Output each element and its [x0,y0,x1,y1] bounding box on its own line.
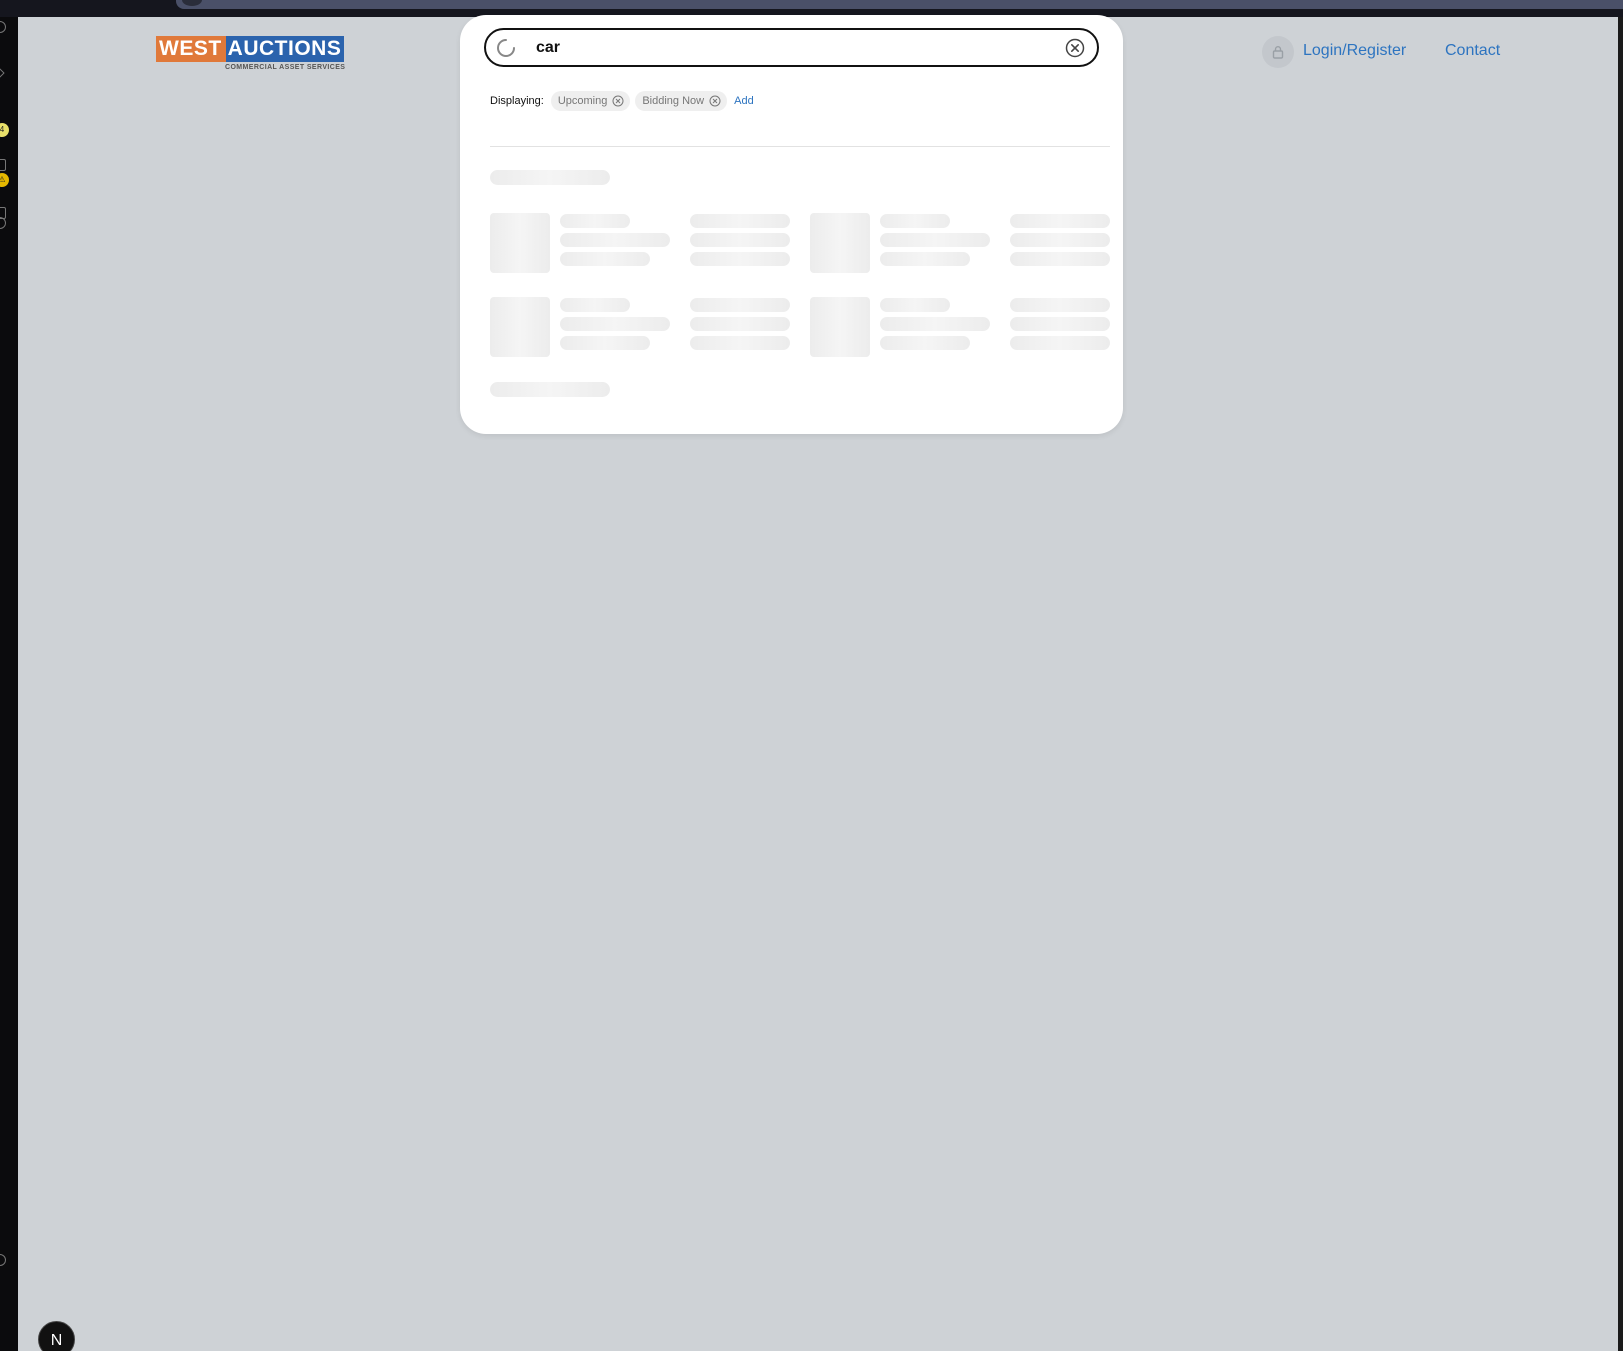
skeleton-line [1010,298,1110,312]
browser-tab-strip [176,0,1623,9]
skeleton-line [880,252,970,266]
skeleton-heading [490,170,610,185]
gutter-arrow-icon[interactable] [0,67,5,79]
skeleton-line [1010,317,1110,331]
dev-badge-letter: N [50,1332,63,1349]
skeleton-footer [490,382,610,397]
gutter-count-badge: 4 [0,123,9,137]
panel-divider [490,146,1110,147]
skeleton-thumbnail [490,297,550,357]
add-filter-link[interactable]: Add [734,95,754,107]
skeleton-thumbnail [810,297,870,357]
skeleton-line [1010,336,1110,350]
remove-chip-icon[interactable] [709,95,721,107]
login-register-link[interactable]: Login/Register [1303,42,1406,60]
remove-chip-icon[interactable] [612,95,624,107]
logo-tagline: COMMERCIAL ASSET SERVICES [225,64,346,71]
filter-chip-bidding-now[interactable]: Bidding Now [635,91,728,111]
skeleton-line [1010,252,1110,266]
skeleton-thumbnail [490,213,550,273]
gutter-bottom-icon[interactable] [0,1254,6,1266]
skeleton-line [560,214,630,228]
search-input[interactable] [536,33,1036,63]
skeleton-line [690,233,790,247]
filter-chip-upcoming[interactable]: Upcoming [550,91,631,111]
chip-label: Upcoming [557,95,608,107]
loading-spinner-icon [497,39,515,57]
filter-row: Displaying: Upcoming Bidding Now Add [490,90,754,112]
search-bar[interactable] [484,28,1099,67]
skeleton-line [560,298,630,312]
lock-icon[interactable] [1262,36,1294,68]
skeleton-line [690,336,790,350]
contact-link[interactable]: Contact [1445,42,1500,60]
chip-label: Bidding Now [642,95,705,107]
skeleton-line [560,317,670,331]
logo-west: WEST [156,36,226,62]
clear-search-icon[interactable] [1065,38,1085,58]
skeleton-line [690,214,790,228]
dev-tools-badge[interactable]: N [38,1321,75,1351]
gutter-circle-icon[interactable] [0,21,6,33]
devtools-gutter: 4 ⚠ [0,17,18,1351]
gutter-settings-icon[interactable] [0,217,6,229]
page-body: WEST AUCTIONS COMMERCIAL ASSET SERVICES … [18,15,1618,1351]
skeleton-line [560,336,650,350]
skeleton-line [560,252,650,266]
skeleton-line [690,317,790,331]
skeleton-line [880,214,950,228]
skeleton-line [690,298,790,312]
skeleton-line [690,252,790,266]
skeleton-line [1010,214,1110,228]
skeleton-thumbnail [810,213,870,273]
displaying-label: Displaying: [490,95,544,107]
search-panel: Displaying: Upcoming Bidding Now Add [460,15,1123,434]
gutter-square-icon[interactable] [0,159,6,171]
skeleton-line [560,233,670,247]
logo-auctions: AUCTIONS [225,36,345,62]
skeleton-line [880,233,990,247]
west-auctions-logo[interactable]: WEST AUCTIONS COMMERCIAL ASSET SERVICES [156,35,345,75]
skeleton-line [1010,233,1110,247]
gutter-warning-icon: ⚠ [0,173,9,187]
skeleton-line [880,336,970,350]
right-scrollbar-edge [1618,17,1623,1351]
skeleton-line [880,317,990,331]
skeleton-line [880,298,950,312]
